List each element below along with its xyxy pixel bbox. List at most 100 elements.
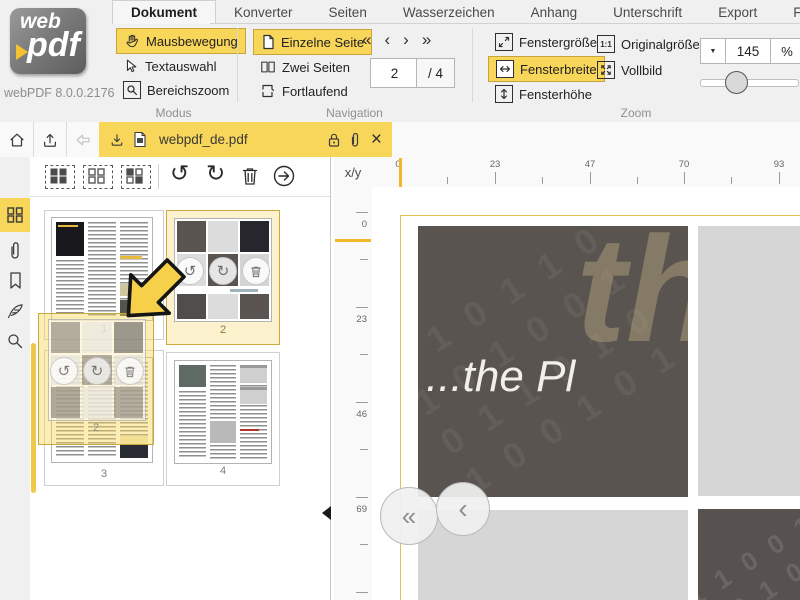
back-arrow-icon (74, 131, 92, 149)
rotate-right-button[interactable]: ↻ (206, 162, 225, 185)
fortlaufend-button[interactable]: Fortlaufend (253, 79, 355, 103)
originalgroesse-button[interactable]: 1:1 Originalgröße (590, 32, 707, 56)
v-ruler-label: 23 (356, 314, 367, 325)
zwei-seiten-label: Zwei Seiten (282, 60, 350, 75)
sidebar-signature-button[interactable] (0, 295, 30, 325)
tab-seiten[interactable]: Seiten (311, 0, 385, 24)
close-document-button[interactable]: × (371, 130, 382, 149)
tab-form[interactable]: Form (775, 0, 800, 24)
continuous-pages-icon (260, 83, 276, 99)
page-total-label: / 4 (416, 58, 455, 88)
document-toolbar: webpdf_de.pdf × (0, 122, 800, 158)
zoom-slider-track[interactable] (700, 79, 799, 87)
ruler-corner: x/y (334, 157, 373, 188)
tab-anhang[interactable]: Anhang (513, 0, 596, 24)
ghost-delete-icon (116, 357, 144, 385)
fensterbreite-button[interactable]: Fensterbreite (488, 56, 605, 82)
zwei-seiten-button[interactable]: Zwei Seiten (253, 55, 357, 79)
thumbnail-page-4[interactable]: 4 (166, 352, 280, 486)
upload-icon (41, 131, 59, 149)
download-icon (109, 132, 125, 148)
fortlaufend-label: Fortlaufend (282, 84, 348, 99)
area-zoom-icon (123, 81, 141, 99)
bereichszoom-button[interactable]: Bereichszoom (116, 78, 236, 102)
h-ruler-label: 70 (679, 159, 690, 170)
vollbild-button[interactable]: Vollbild (590, 58, 669, 82)
fensterhoehe-label: Fensterhöhe (519, 87, 592, 102)
textauswahl-button[interactable]: Textauswahl (116, 54, 224, 78)
document-canvas[interactable]: 0 1 0 1 1 0 1 0 1 0 0 1 0 1 1 0 1 0 1 0 … (372, 187, 800, 600)
last-page-button[interactable]: » (422, 31, 431, 48)
home-button[interactable] (0, 122, 34, 157)
open-document-tab[interactable]: webpdf_de.pdf × (99, 122, 392, 157)
cursor-arrow-icon (123, 58, 139, 74)
sidebar-bookmarks-button[interactable] (0, 265, 30, 295)
originalgroesse-label: Originalgröße (621, 37, 700, 52)
upload-button[interactable] (33, 122, 67, 157)
tab-export[interactable]: Export (700, 0, 775, 24)
logo-pdf-text: pdf (27, 26, 80, 65)
sidebar-attachments-button[interactable] (0, 235, 30, 265)
vollbild-label: Vollbild (621, 63, 662, 78)
tab-wasserzeichen[interactable]: Wasserzeichen (385, 0, 513, 24)
modus-group-label: Modus (110, 106, 237, 120)
thumbnails-scrollbar[interactable] (31, 343, 36, 493)
zoom-group-label: Zoom (472, 106, 800, 120)
v-ruler-label: 0 (362, 219, 367, 230)
rotate-left-button[interactable]: ↺ (170, 162, 189, 185)
feather-pen-icon (6, 301, 25, 320)
select-all-pages-button[interactable] (45, 165, 75, 189)
thumb-rotate-right-button[interactable]: ↻ (209, 257, 237, 285)
tab-unterschrift[interactable]: Unterschrift (595, 0, 700, 24)
einzelne-seite-button[interactable]: Einzelne Seite (253, 29, 372, 55)
v-ruler-label: 46 (356, 409, 367, 420)
back-button[interactable] (66, 122, 100, 157)
zoom-value-input[interactable]: 145 (726, 38, 771, 64)
v-ruler-label: 69 (356, 504, 367, 515)
fensterhoehe-button[interactable]: Fensterhöhe (488, 82, 599, 106)
zoom-slider-thumb[interactable] (725, 71, 748, 94)
document-filename: webpdf_de.pdf (159, 132, 319, 147)
first-page-button[interactable]: « (362, 31, 371, 48)
bookmark-icon (8, 271, 23, 290)
previous-page-button[interactable]: ‹ (384, 31, 390, 48)
page-image-bottom-right: 1 1 0 0 1 0 0 1 0 0 1 0 0 1 1 (698, 509, 800, 600)
sidebar-thumbnails-button[interactable] (0, 198, 30, 232)
webpdf-application-window: web pdf webPDF 8.0.0.2176 Dokument Konve… (0, 0, 800, 600)
go-to-page-button[interactable] (272, 164, 296, 188)
sidebar-search-button[interactable] (0, 326, 30, 356)
h-ruler-label: 47 (585, 159, 596, 170)
previous-page-overlay-button[interactable]: ‹ (436, 482, 490, 536)
bereichszoom-label: Bereichszoom (147, 83, 229, 98)
tab-bar-underline (210, 23, 800, 24)
delete-page-button[interactable] (240, 165, 260, 187)
one-to-one-icon: 1:1 (597, 35, 615, 53)
thumbnail-page-4-preview (174, 360, 272, 464)
deselect-all-pages-button[interactable] (83, 165, 113, 189)
webpdf-logo: web pdf (10, 8, 86, 74)
fensterbreite-label: Fensterbreite (520, 62, 597, 77)
tab-dokument[interactable]: Dokument (112, 0, 216, 24)
next-page-button[interactable]: › (403, 31, 409, 48)
zoom-percent-label: % (771, 38, 800, 64)
ribbon-tab-bar: Dokument Konverter Seiten Wasserzeichen … (112, 0, 800, 24)
mausbewegung-button[interactable]: Mausbewegung (116, 28, 246, 54)
fenstergroesse-button[interactable]: Fenstergröße (488, 30, 604, 54)
thumbnail-page-3-number: 3 (45, 468, 163, 480)
page-image-top-left: 0 1 0 1 1 0 1 0 1 0 0 1 0 1 1 0 1 0 1 0 … (418, 226, 688, 497)
invert-selection-button[interactable] (121, 165, 151, 189)
thumbnails-toolbar: ↺ ↻ (30, 157, 330, 197)
home-icon (8, 131, 26, 149)
panel-collapse-button[interactable] (322, 506, 331, 520)
toolbar-separator (158, 164, 159, 189)
zoom-dropdown-button[interactable]: ▼ (700, 38, 726, 64)
h-ruler-label: 23 (490, 159, 501, 170)
tab-konverter[interactable]: Konverter (216, 0, 311, 24)
first-page-overlay-button[interactable]: « (380, 487, 438, 545)
main-area: ↺ ↻ (0, 157, 800, 600)
single-page-icon (261, 34, 275, 50)
page-number-input[interactable]: 2 (370, 58, 419, 88)
binary-pattern: 1 1 0 0 1 0 0 1 0 0 1 0 0 1 1 (698, 509, 800, 600)
two-pages-icon (260, 59, 276, 75)
thumb-delete-button[interactable] (242, 257, 270, 285)
